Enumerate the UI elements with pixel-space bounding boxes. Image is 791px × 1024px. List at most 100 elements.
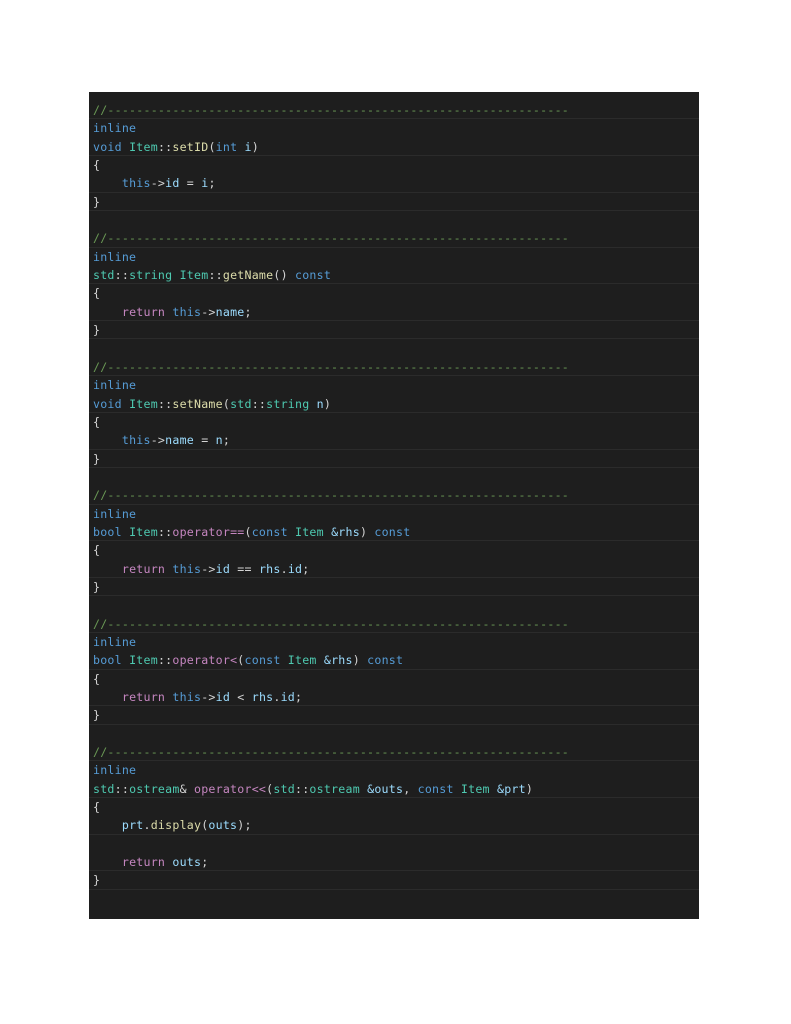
- code-line[interactable]: [89, 211, 699, 229]
- code-line[interactable]: std::ostream& operator<<(std::ostream &o…: [89, 780, 699, 799]
- code-token: .: [280, 561, 288, 576]
- code-line[interactable]: [89, 339, 699, 357]
- code-line[interactable]: return this->id < rhs.id;: [89, 688, 699, 707]
- code-token: }: [93, 323, 101, 338]
- code-token: ->: [150, 176, 166, 191]
- code-line[interactable]: return this->id == rhs.id;: [89, 560, 699, 578]
- code-token: std: [93, 781, 115, 796]
- code-token: rhs: [258, 561, 281, 576]
- code-token: <: [230, 690, 252, 704]
- code-token: &rhs: [331, 524, 360, 539]
- code-token: rhs: [251, 690, 274, 704]
- code-line[interactable]: {: [89, 670, 699, 688]
- code-line[interactable]: return outs;: [89, 853, 699, 872]
- code-token: this: [172, 304, 202, 319]
- code-line[interactable]: }: [89, 706, 699, 725]
- code-line[interactable]: [89, 835, 699, 853]
- code-line[interactable]: void Item::setName(std::string n): [89, 395, 699, 413]
- code-token: std: [273, 781, 295, 796]
- code-line[interactable]: bool Item::operator<(const Item &rhs) co…: [89, 651, 699, 670]
- code-token: this: [121, 433, 151, 448]
- code-token: id: [280, 690, 296, 704]
- code-line[interactable]: inline: [89, 633, 699, 651]
- code-token: void: [93, 396, 122, 411]
- code-line[interactable]: //--------------------------------------…: [89, 358, 699, 377]
- code-token: outs: [208, 818, 238, 833]
- code-token: }: [93, 708, 101, 723]
- code-line[interactable]: //--------------------------------------…: [89, 229, 699, 248]
- code-token: }: [93, 579, 101, 594]
- code-token: }: [93, 873, 101, 888]
- code-token: ;: [201, 855, 209, 870]
- code-line[interactable]: //--------------------------------------…: [89, 743, 699, 762]
- code-token: id: [215, 690, 231, 704]
- code-token: id: [287, 561, 303, 576]
- code-token: ): [251, 139, 259, 154]
- code-token: //--------------------------------------…: [93, 745, 569, 760]
- code-line[interactable]: return this->name;: [89, 303, 699, 322]
- code-token: ;: [302, 561, 310, 576]
- code-token: setName: [172, 396, 223, 411]
- code-token: ->: [201, 561, 216, 576]
- code-token: Item: [129, 653, 158, 668]
- code-line[interactable]: [89, 468, 699, 486]
- code-line[interactable]: prt.display(outs);: [89, 816, 699, 835]
- code-token: =: [194, 433, 216, 448]
- code-line[interactable]: {: [89, 413, 699, 431]
- code-token: ): [525, 781, 534, 796]
- code-line[interactable]: {: [89, 541, 699, 559]
- code-token: ::: [114, 268, 130, 283]
- code-line[interactable]: {: [89, 284, 699, 302]
- code-line[interactable]: void Item::setID(int i): [89, 138, 699, 157]
- code-token: &rhs: [323, 653, 353, 668]
- code-line[interactable]: }: [89, 578, 699, 597]
- code-token: Item: [129, 396, 158, 411]
- code-line[interactable]: {: [89, 798, 699, 816]
- code-line[interactable]: inline: [89, 119, 699, 137]
- code-line[interactable]: inline: [89, 761, 699, 779]
- code-line[interactable]: [89, 890, 699, 908]
- code-token: bool: [93, 653, 122, 668]
- code-token: const: [295, 268, 332, 283]
- code-token: ::: [157, 396, 173, 411]
- code-token: return: [121, 561, 166, 576]
- code-line[interactable]: }: [89, 871, 699, 890]
- code-line[interactable]: [89, 725, 699, 743]
- code-line[interactable]: bool Item::operator==(const Item &rhs) c…: [89, 523, 699, 542]
- code-line[interactable]: {: [89, 156, 699, 174]
- code-line[interactable]: std::string Item::getName() const: [89, 266, 699, 285]
- code-token: ): [359, 524, 375, 539]
- code-token: {: [93, 800, 101, 815]
- code-line[interactable]: }: [89, 193, 699, 212]
- code-token: Item: [287, 653, 317, 668]
- code-token: void: [93, 139, 122, 154]
- code-line[interactable]: inline: [89, 505, 699, 523]
- code-token: bool: [93, 524, 122, 539]
- code-line[interactable]: //--------------------------------------…: [89, 101, 699, 120]
- code-token: //--------------------------------------…: [93, 359, 569, 374]
- code-line[interactable]: this->name = n;: [89, 431, 699, 450]
- code-line[interactable]: inline: [89, 248, 699, 266]
- code-line[interactable]: inline: [89, 376, 699, 394]
- code-line[interactable]: //--------------------------------------…: [89, 615, 699, 633]
- code-line[interactable]: }: [89, 321, 699, 340]
- code-token: const: [244, 653, 281, 668]
- code-token: //--------------------------------------…: [93, 616, 569, 631]
- code-line[interactable]: [89, 596, 699, 614]
- code-line[interactable]: //--------------------------------------…: [89, 486, 699, 505]
- page-canvas: //--------------------------------------…: [0, 0, 791, 1024]
- code-token: operator==: [172, 524, 245, 539]
- code-token: //--------------------------------------…: [93, 231, 569, 246]
- code-token: Item: [295, 524, 324, 539]
- code-token: i: [244, 139, 252, 154]
- code-token: ;: [295, 690, 303, 704]
- code-line[interactable]: this->id = i;: [89, 174, 699, 193]
- code-token: operator<<: [194, 781, 267, 796]
- code-listing[interactable]: //--------------------------------------…: [89, 92, 699, 919]
- code-line[interactable]: }: [89, 450, 699, 468]
